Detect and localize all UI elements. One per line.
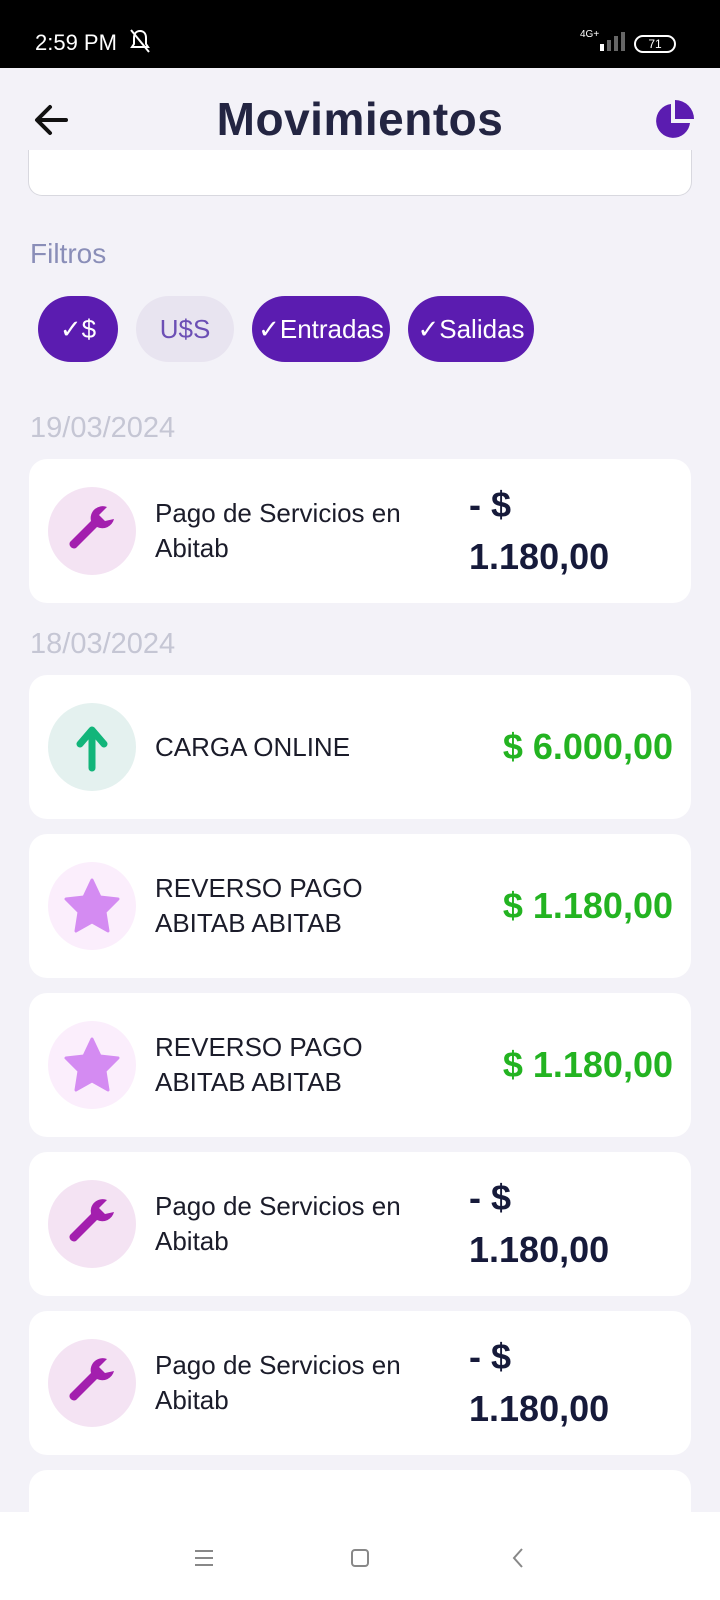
- menu-icon[interactable]: [186, 1540, 222, 1576]
- transaction-card[interactable]: Pago de Servicios en Abitab - $1.180,00: [29, 1311, 691, 1455]
- date-header: 19/03/2024: [30, 412, 176, 444]
- transaction-card[interactable]: Pago de Servicios en Abitab - $1.180,00: [29, 459, 691, 603]
- transaction-amount: $ 6.000,00: [502, 726, 673, 767]
- wrench-icon: [48, 487, 136, 575]
- chip-pesos[interactable]: ✓$: [38, 296, 118, 362]
- system-nav-bar: [0, 1512, 720, 1600]
- transaction-description: CARGA ONLINE: [155, 731, 351, 762]
- status-time: 2:59 PM: [35, 30, 117, 55]
- transaction-amount: $ 1.180,00: [502, 1044, 673, 1085]
- wrench-icon: [48, 1339, 136, 1427]
- transaction-amount: - $1.180,00: [469, 1177, 610, 1270]
- transaction-description: REVERSO PAGO ABITAB ABITAB: [155, 1032, 363, 1097]
- network-type: 4G+: [580, 29, 600, 40]
- chip-entradas[interactable]: ✓Entradas: [252, 296, 390, 362]
- chip-salidas[interactable]: ✓Salidas: [408, 296, 534, 362]
- star-icon: [48, 1021, 136, 1109]
- transaction-amount: - $1.180,00: [469, 1336, 610, 1429]
- transaction-card[interactable]: Pago de Servicios en Abitab - $1.180,00: [29, 1152, 691, 1296]
- pie-chart-icon[interactable]: [652, 98, 696, 142]
- wrench-icon: [48, 1180, 136, 1268]
- battery-icon: 71: [634, 35, 676, 53]
- signal-icon: [598, 30, 628, 57]
- home-icon[interactable]: [342, 1540, 378, 1576]
- chip-dollars[interactable]: U$S: [136, 296, 234, 362]
- back-icon[interactable]: [500, 1540, 536, 1576]
- date-header: 18/03/2024: [30, 628, 176, 660]
- transaction-description: Pago de Servicios en Abitab: [155, 1350, 401, 1415]
- filters-label: Filtros: [30, 238, 107, 269]
- filter-chips: ✓$ U$S ✓Entradas ✓Salidas: [38, 296, 534, 362]
- transaction-card[interactable]: CARGA ONLINE $ 6.000,00: [29, 675, 691, 819]
- star-icon: [48, 862, 136, 950]
- transaction-description: REVERSO PAGO ABITAB ABITAB: [155, 873, 363, 938]
- transaction-card[interactable]: REVERSO PAGO ABITAB ABITAB $ 1.180,00: [29, 834, 691, 978]
- transaction-card[interactable]: REVERSO PAGO ABITAB ABITAB $ 1.180,00: [29, 993, 691, 1137]
- status-bar: 2:59 PM 4G+ 71: [0, 0, 720, 68]
- transaction-amount: - $1.180,00: [469, 484, 610, 577]
- balance-card: [28, 150, 692, 196]
- transaction-amount: $ 1.180,00: [502, 885, 673, 926]
- arrow-up-icon: [48, 703, 136, 791]
- transaction-description: Pago de Servicios en Abitab: [155, 1191, 401, 1256]
- notifications-muted-icon: [128, 28, 152, 59]
- transaction-description: Pago de Servicios en Abitab: [155, 498, 401, 563]
- page-title: Movimientos: [216, 93, 504, 145]
